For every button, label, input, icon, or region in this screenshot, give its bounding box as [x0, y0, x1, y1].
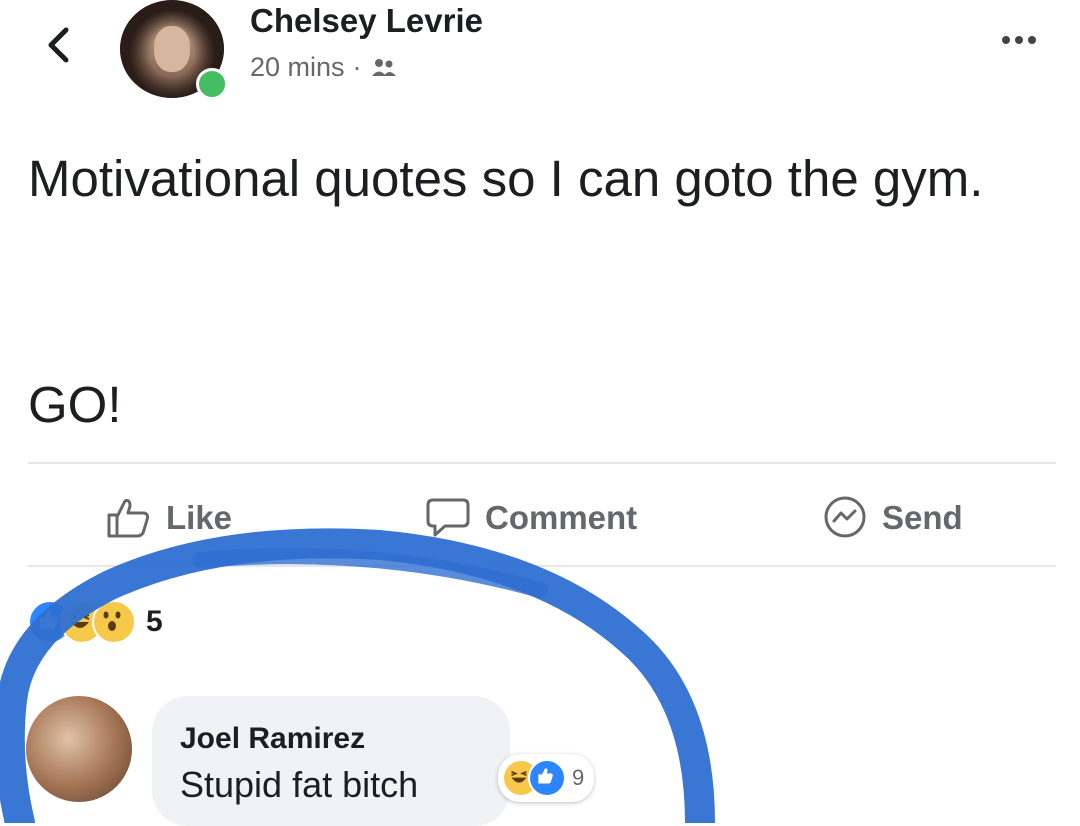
post-text-line: Motivational quotes so I can goto the gy…	[28, 150, 984, 207]
like-button[interactable]: Like	[106, 490, 232, 546]
chevron-left-icon	[48, 27, 69, 63]
messenger-icon	[824, 496, 866, 538]
like-label: Like	[166, 499, 233, 536]
wow-reaction-icon	[92, 600, 136, 644]
commenter-avatar[interactable]	[26, 696, 132, 802]
online-status-dot	[196, 68, 228, 100]
post-text: Motivational quotes so I can goto the gy…	[28, 140, 1048, 218]
send-button[interactable]: Send	[822, 490, 963, 546]
comment-text: Stupid fat bitch	[180, 764, 419, 805]
thumbs-up-icon	[107, 499, 150, 538]
comment-label: Comment	[485, 499, 638, 536]
comment-button[interactable]: Comment	[425, 490, 637, 546]
author-name[interactable]: Chelsey Levrie	[250, 2, 483, 40]
more-options-button[interactable]	[1002, 28, 1048, 52]
divider	[28, 462, 1056, 464]
back-button[interactable]	[38, 22, 78, 68]
post-time[interactable]: 20 mins	[250, 52, 345, 83]
post-text-go: GO!	[28, 376, 122, 433]
like-reaction-icon	[528, 759, 566, 797]
comment-reaction-count: 9	[572, 765, 585, 790]
comment-icon	[426, 498, 470, 537]
annotation-circle	[0, 528, 715, 823]
friends-icon	[371, 58, 396, 76]
meta-separator: ·	[352, 52, 362, 82]
commenter-name[interactable]: Joel Ramirez	[180, 722, 365, 756]
comment-reactions[interactable]: 9	[498, 754, 595, 802]
reaction-summary[interactable]: 5	[28, 600, 163, 644]
divider	[28, 565, 1056, 567]
send-label: Send	[882, 499, 963, 536]
reaction-count: 5	[146, 605, 163, 638]
post-meta: 20 mins ·	[250, 52, 398, 83]
comment-bubble[interactable]	[152, 696, 510, 826]
more-horizontal-icon	[1002, 36, 1010, 44]
